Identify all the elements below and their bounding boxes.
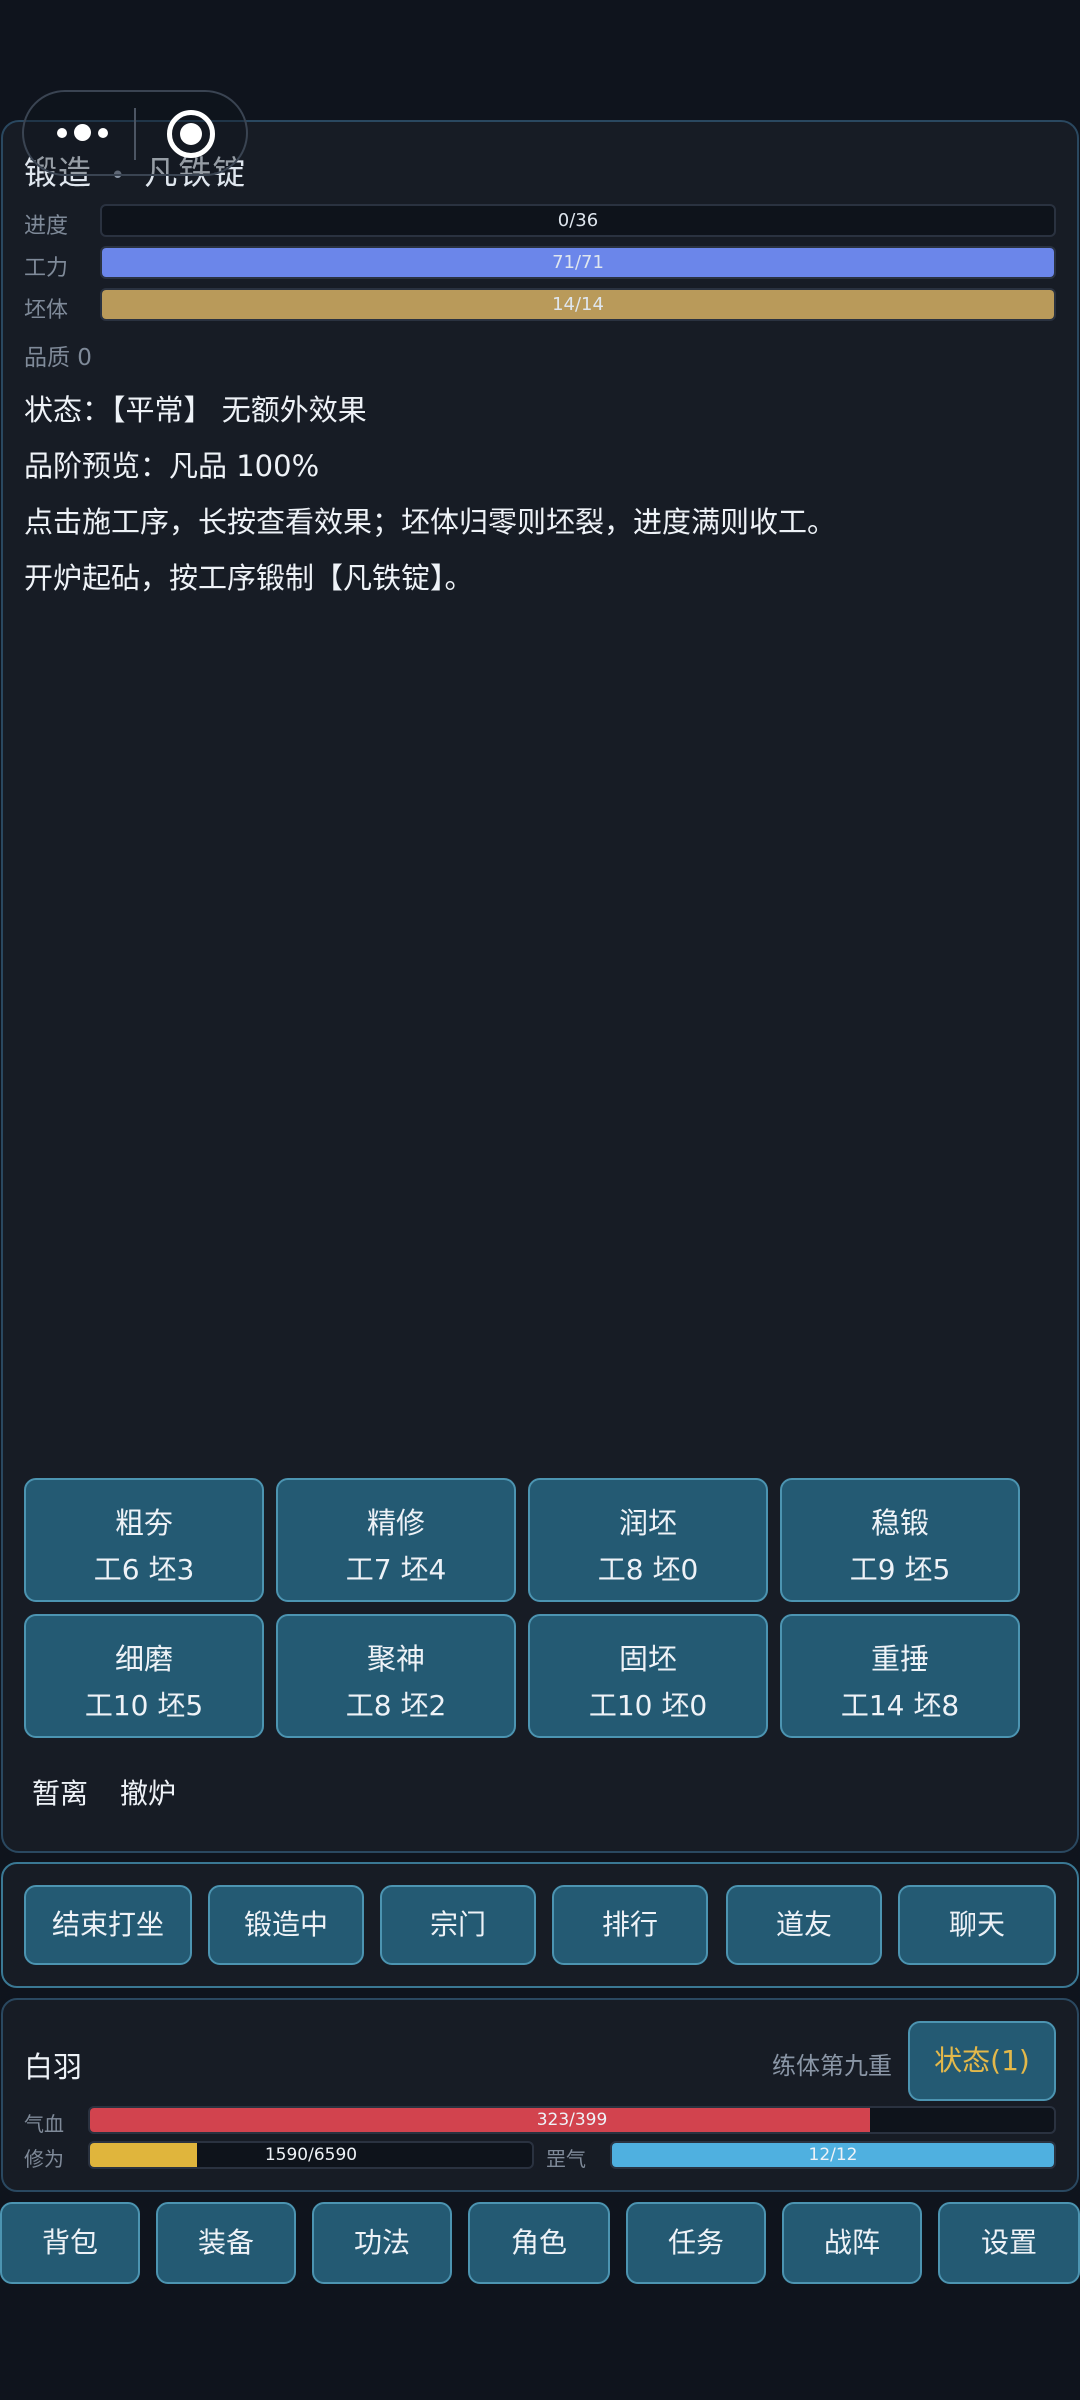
- pause-button[interactable]: 暂离: [32, 1772, 88, 1812]
- action-cost: 工8 坯0: [597, 1553, 699, 1586]
- character-name: 白羽: [24, 2050, 83, 2084]
- tab-equipment[interactable]: 装备: [156, 2202, 296, 2284]
- end-meditation-button[interactable]: 结束打坐: [24, 1885, 192, 1965]
- action-button-solidify[interactable]: 固坯 工10 坯0: [528, 1614, 768, 1738]
- tab-backpack[interactable]: 背包: [0, 2202, 140, 2284]
- hp-label: 气血: [24, 2112, 64, 2136]
- action-cost: 工14 坯8: [840, 1689, 960, 1722]
- quality-text: 品质 0: [24, 345, 92, 371]
- tab-character[interactable]: 角色: [468, 2202, 610, 2284]
- action-cost: 工9 坯5: [849, 1553, 951, 1586]
- hp-bar: 323/399: [88, 2106, 1056, 2134]
- cultivation-bar: 1590/6590: [88, 2141, 534, 2169]
- action-name: 精修: [366, 1506, 425, 1540]
- tab-formation[interactable]: 战阵: [782, 2202, 922, 2284]
- grade-preview-line: 品阶预览：凡品 100%: [24, 449, 320, 483]
- qi-label: 罡气: [546, 2147, 586, 2171]
- action-name: 聚神: [366, 1642, 425, 1676]
- friends-button[interactable]: 道友: [726, 1885, 882, 1965]
- action-button-rough-ram[interactable]: 粗夯 工6 坯3: [24, 1478, 264, 1602]
- cultivation-label: 修为: [24, 2147, 64, 2171]
- action-name: 重捶: [870, 1642, 929, 1676]
- action-button-fine-grind[interactable]: 细磨 工10 坯5: [24, 1614, 264, 1738]
- close-target-icon[interactable]: [167, 110, 215, 158]
- action-name: 稳锻: [870, 1506, 929, 1540]
- work-power-bar: 71/71: [100, 246, 1056, 279]
- blank-body-bar: 14/14: [100, 288, 1056, 321]
- action-button-fine-trim[interactable]: 精修 工7 坯4: [276, 1478, 516, 1602]
- forging-button[interactable]: 锻造中: [208, 1885, 364, 1965]
- log-line: 开炉起砧，按工序锻制【凡铁锭】。: [24, 561, 474, 595]
- action-button-heavy-hammer[interactable]: 重捶 工14 坯8: [780, 1614, 1020, 1738]
- action-button-steady-forge[interactable]: 稳锻 工9 坯5: [780, 1478, 1020, 1602]
- hp-value: 323/399: [536, 2110, 608, 2130]
- action-name: 润坯: [618, 1506, 677, 1540]
- mini-program-capsule: [22, 90, 248, 176]
- work-power-label: 工力: [24, 256, 69, 281]
- tab-skills[interactable]: 功法: [312, 2202, 452, 2284]
- blank-body-value: 14/14: [552, 294, 604, 315]
- status-line: 状态：【平常】 无额外效果: [24, 393, 367, 427]
- sect-button[interactable]: 宗门: [380, 1885, 536, 1965]
- action-name: 粗夯: [114, 1506, 173, 1540]
- progress-label: 进度: [24, 214, 69, 239]
- blank-body-label: 坯体: [24, 298, 69, 323]
- action-cost: 工8 坯2: [345, 1689, 447, 1722]
- cultivation-realm: 练体第九重: [772, 2052, 892, 2080]
- action-cost: 工10 坯5: [84, 1689, 204, 1722]
- progress-value: 0/36: [557, 210, 599, 231]
- action-button-focus[interactable]: 聚神 工8 坯2: [276, 1614, 516, 1738]
- tab-tasks[interactable]: 任务: [626, 2202, 766, 2284]
- action-name: 固坯: [618, 1642, 677, 1676]
- qi-bar: 12/12: [610, 2141, 1056, 2169]
- action-cost: 工10 坯0: [588, 1689, 708, 1722]
- instruction-line: 点击施工序，长按查看效果；坯体归零则坯裂，进度满则收工。: [24, 505, 837, 539]
- withdraw-furnace-button[interactable]: 撤炉: [120, 1772, 176, 1812]
- capsule-divider: [134, 108, 136, 160]
- work-power-value: 71/71: [552, 252, 604, 273]
- more-menu-icon[interactable]: [57, 124, 108, 141]
- action-cost: 工7 坯4: [345, 1553, 447, 1586]
- tab-settings[interactable]: 设置: [938, 2202, 1080, 2284]
- action-cost: 工6 坯3: [93, 1553, 195, 1586]
- qi-value: 12/12: [808, 2145, 858, 2165]
- chat-button[interactable]: 聊天: [898, 1885, 1056, 1965]
- action-name: 细磨: [114, 1642, 173, 1676]
- progress-bar: 0/36: [100, 204, 1056, 237]
- cultivation-value: 1590/6590: [264, 2145, 358, 2165]
- ranking-button[interactable]: 排行: [552, 1885, 708, 1965]
- action-button-moisten[interactable]: 润坯 工8 坯0: [528, 1478, 768, 1602]
- state-button[interactable]: 状态(1): [908, 2021, 1056, 2101]
